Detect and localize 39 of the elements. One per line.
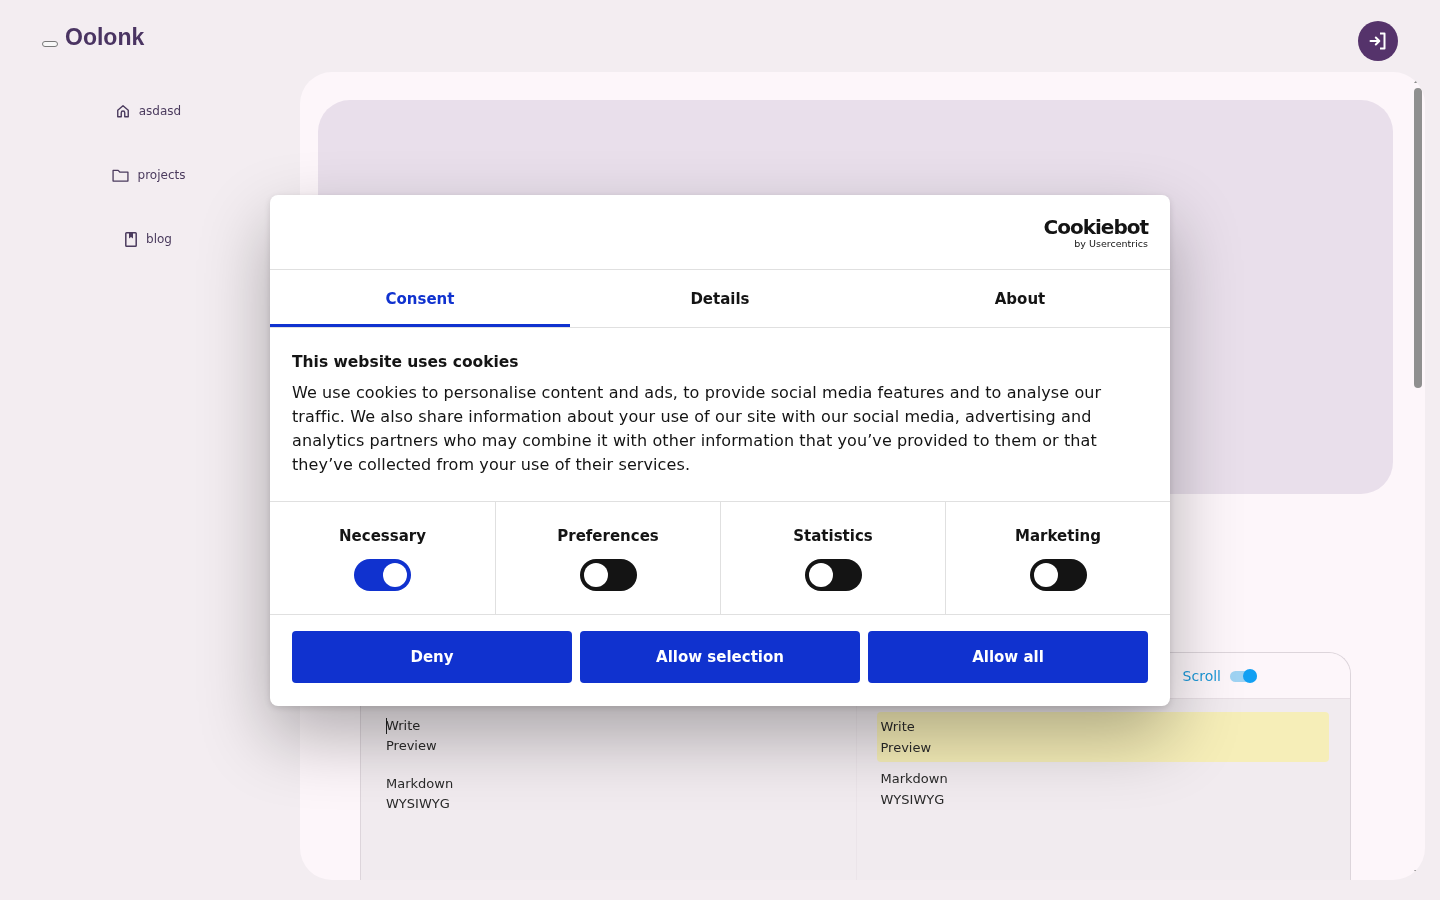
- sidebar-item[interactable]: blog: [125, 229, 172, 249]
- sidebar-item[interactable]: projects: [111, 165, 186, 185]
- consent-switch[interactable]: [579, 559, 637, 591]
- app-logo: Oolonk: [65, 25, 145, 49]
- dialog-text: We use cookies to personalise content and ads, to provide social media features and to analyse our traffic. We also share information about your use of our site with our social media, advertising and analytics partners who may combine it with other information that you’ve provided to them or that they’ve collected from your use of their services.: [292, 382, 1103, 476]
- dialog-heading: This website uses cookies: [292, 352, 520, 372]
- editor-line: Markdown: [386, 775, 455, 793]
- editor-line: Preview: [386, 736, 438, 755]
- consent-button[interactable]: Deny: [292, 631, 572, 683]
- sign-in-icon: [1369, 32, 1387, 50]
- brand-wordmark: Cookiebot: [1043, 215, 1148, 238]
- category-label: Statistics: [793, 526, 873, 546]
- editor-line: WYSIWYG: [880, 791, 946, 809]
- category-label: Preferences: [557, 526, 659, 546]
- scroll-label: Scroll: [1182, 667, 1221, 684]
- editor-line: Markdown: [880, 770, 949, 788]
- editor-line: Write: [386, 717, 422, 735]
- editor-line: WYSIWYG: [386, 794, 451, 813]
- consent-switch[interactable]: [354, 559, 411, 591]
- scrollbar-thumb[interactable]: [1414, 88, 1422, 388]
- category-label: Marketing: [1015, 526, 1101, 546]
- book-icon: [125, 231, 138, 247]
- scroll-switch[interactable]: [1230, 668, 1257, 683]
- consent-switch[interactable]: [1029, 559, 1087, 591]
- consent-button[interactable]: Allow selection: [580, 631, 860, 683]
- editor-line: Write: [880, 718, 916, 736]
- folder-icon: [111, 168, 129, 182]
- sign-in-button[interactable]: [1358, 21, 1398, 61]
- house-icon: [115, 104, 130, 118]
- consent-button[interactable]: Allow all: [868, 631, 1148, 683]
- dialog-tab[interactable]: Consent: [270, 270, 570, 327]
- editor-line: Preview: [880, 739, 933, 757]
- consent-switch[interactable]: [804, 559, 862, 591]
- dialog-tab[interactable]: Details: [570, 270, 870, 327]
- dialog-tab[interactable]: About: [870, 270, 1170, 327]
- sidebar-item[interactable]: asdasd: [115, 101, 182, 121]
- brand-byline: by Usercentrics: [1074, 237, 1148, 249]
- pill-icon: [42, 41, 58, 47]
- category-label: Necessary: [339, 526, 426, 546]
